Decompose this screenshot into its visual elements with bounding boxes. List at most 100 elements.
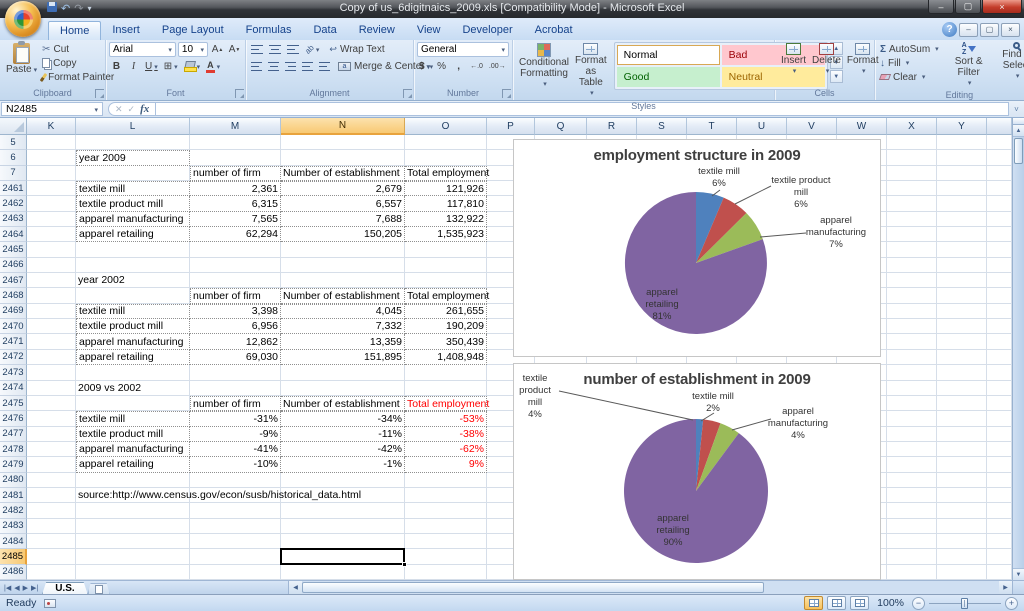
cell-N2467[interactable]	[281, 273, 405, 288]
column-header-P[interactable]: P	[487, 118, 535, 135]
font-color-button[interactable]: A	[204, 59, 222, 74]
cell-K2480[interactable]	[27, 473, 76, 488]
cell-X7[interactable]	[887, 166, 937, 181]
cell-Y2471[interactable]	[937, 334, 987, 349]
cell-partial2471[interactable]	[987, 334, 1012, 349]
align-right-button[interactable]	[283, 59, 298, 74]
cell-O2474[interactable]	[405, 381, 487, 396]
cell-K2461[interactable]	[27, 181, 76, 196]
cell-N2484[interactable]	[281, 534, 405, 549]
cell-K2478[interactable]	[27, 442, 76, 457]
style-good[interactable]: Good	[617, 67, 720, 87]
first-sheet-icon[interactable]: |◀	[4, 584, 11, 592]
normal-view-button[interactable]	[804, 596, 823, 610]
cell-L2485[interactable]	[76, 549, 190, 564]
workbook-minimize-button[interactable]: –	[959, 23, 978, 37]
cell-Y2478[interactable]	[937, 442, 987, 457]
cell-X2479[interactable]	[887, 457, 937, 472]
row-header-2470[interactable]: 2470	[0, 319, 27, 334]
cell-O2465[interactable]	[405, 242, 487, 257]
row-header-2473[interactable]: 2473	[0, 365, 27, 380]
cell-O2475[interactable]: Total employment	[405, 396, 487, 411]
cell-L2462[interactable]: textile product mill	[76, 196, 190, 211]
cell-O2486[interactable]	[405, 565, 487, 580]
cell-L2482[interactable]	[76, 503, 190, 518]
cell-Y2461[interactable]	[937, 181, 987, 196]
prev-sheet-icon[interactable]: ◀	[14, 584, 19, 592]
tab-formulas[interactable]: Formulas	[235, 21, 303, 40]
column-header-Y[interactable]: Y	[937, 118, 987, 135]
sheet-tab-us[interactable]: U.S.	[42, 582, 87, 594]
cell-X5[interactable]	[887, 135, 937, 150]
cell-K2462[interactable]	[27, 196, 76, 211]
macro-record-icon[interactable]	[44, 599, 56, 608]
cell-O2485[interactable]	[405, 549, 487, 564]
cell-X2467[interactable]	[887, 273, 937, 288]
tab-developer[interactable]: Developer	[451, 21, 523, 40]
column-header-K[interactable]: K	[27, 118, 76, 135]
cell-L2464[interactable]: apparel retailing	[76, 227, 190, 242]
cell-N2468[interactable]: Number of establishment	[281, 288, 405, 303]
cell-M2479[interactable]: -10%	[190, 457, 281, 472]
copy-button[interactable]: Copy	[40, 56, 116, 70]
insert-cells-button[interactable]: Insert	[778, 42, 809, 78]
cut-button[interactable]: ✂Cut	[40, 42, 116, 56]
cell-partial2469[interactable]	[987, 304, 1012, 319]
cell-partial2468[interactable]	[987, 288, 1012, 303]
fill-color-button[interactable]	[182, 59, 203, 74]
cell-O2467[interactable]	[405, 273, 487, 288]
column-header-O[interactable]: O	[405, 118, 487, 135]
cell-partial2486[interactable]	[987, 565, 1012, 580]
cell-K2483[interactable]	[27, 519, 76, 534]
decrease-decimal-button[interactable]: .00→	[487, 59, 508, 74]
cell-M2466[interactable]	[190, 258, 281, 273]
vertical-scroll-thumb[interactable]	[1014, 138, 1023, 164]
cell-K2475[interactable]	[27, 396, 76, 411]
enter-icon[interactable]: ✓	[128, 104, 136, 115]
cell-O2481[interactable]	[405, 488, 487, 503]
clear-button[interactable]: Clear	[878, 70, 941, 84]
cell-Y2473[interactable]	[937, 365, 987, 380]
cell-N2477[interactable]: -11%	[281, 427, 405, 442]
undo-button[interactable]: ↶	[61, 2, 70, 15]
cell-partial7[interactable]	[987, 166, 1012, 181]
cell-Y2463[interactable]	[937, 212, 987, 227]
scroll-up-icon[interactable]: ▲	[1013, 125, 1024, 137]
column-header-partial[interactable]	[987, 118, 1012, 135]
cell-K2471[interactable]	[27, 334, 76, 349]
cell-O2464[interactable]: 1,535,923	[405, 227, 487, 242]
bold-button[interactable]: B	[109, 59, 124, 74]
cell-X2485[interactable]	[887, 549, 937, 564]
autosum-button[interactable]: ΣAutoSum	[878, 42, 941, 56]
split-handle[interactable]	[1013, 118, 1024, 125]
cell-partial2463[interactable]	[987, 212, 1012, 227]
cell-partial2474[interactable]	[987, 381, 1012, 396]
next-sheet-icon[interactable]: ▶	[23, 584, 28, 592]
row-header-2475[interactable]: 2475	[0, 396, 27, 411]
scroll-right-icon[interactable]: ▶	[999, 581, 1012, 594]
tab-page-layout[interactable]: Page Layout	[151, 21, 235, 40]
cell-N2486[interactable]	[281, 565, 405, 580]
cell-O2470[interactable]: 190,209	[405, 319, 487, 334]
cell-L2466[interactable]	[76, 258, 190, 273]
maximize-button[interactable]: ▢	[955, 0, 981, 14]
zoom-level[interactable]: 100%	[877, 597, 904, 609]
cell-K2476[interactable]	[27, 411, 76, 426]
fill-button[interactable]: ↓Fill	[878, 56, 941, 70]
cell-K2479[interactable]	[27, 457, 76, 472]
cell-M2482[interactable]	[190, 503, 281, 518]
cell-Y2475[interactable]	[937, 396, 987, 411]
scroll-left-icon[interactable]: ◀	[289, 581, 302, 594]
row-header-2464[interactable]: 2464	[0, 227, 27, 242]
cell-partial2470[interactable]	[987, 319, 1012, 334]
find-select-button[interactable]: Find & Select	[993, 42, 1024, 82]
grow-font-button[interactable]: A▲	[210, 42, 225, 57]
cell-L6[interactable]: year 2009	[76, 150, 190, 165]
cell-partial2480[interactable]	[987, 473, 1012, 488]
help-button[interactable]: ?	[942, 22, 957, 37]
cell-Y2482[interactable]	[937, 503, 987, 518]
row-header-2471[interactable]: 2471	[0, 334, 27, 349]
cell-Y2470[interactable]	[937, 319, 987, 334]
cell-N2470[interactable]: 7,332	[281, 319, 405, 334]
font-size-select[interactable]: 10	[178, 42, 208, 57]
